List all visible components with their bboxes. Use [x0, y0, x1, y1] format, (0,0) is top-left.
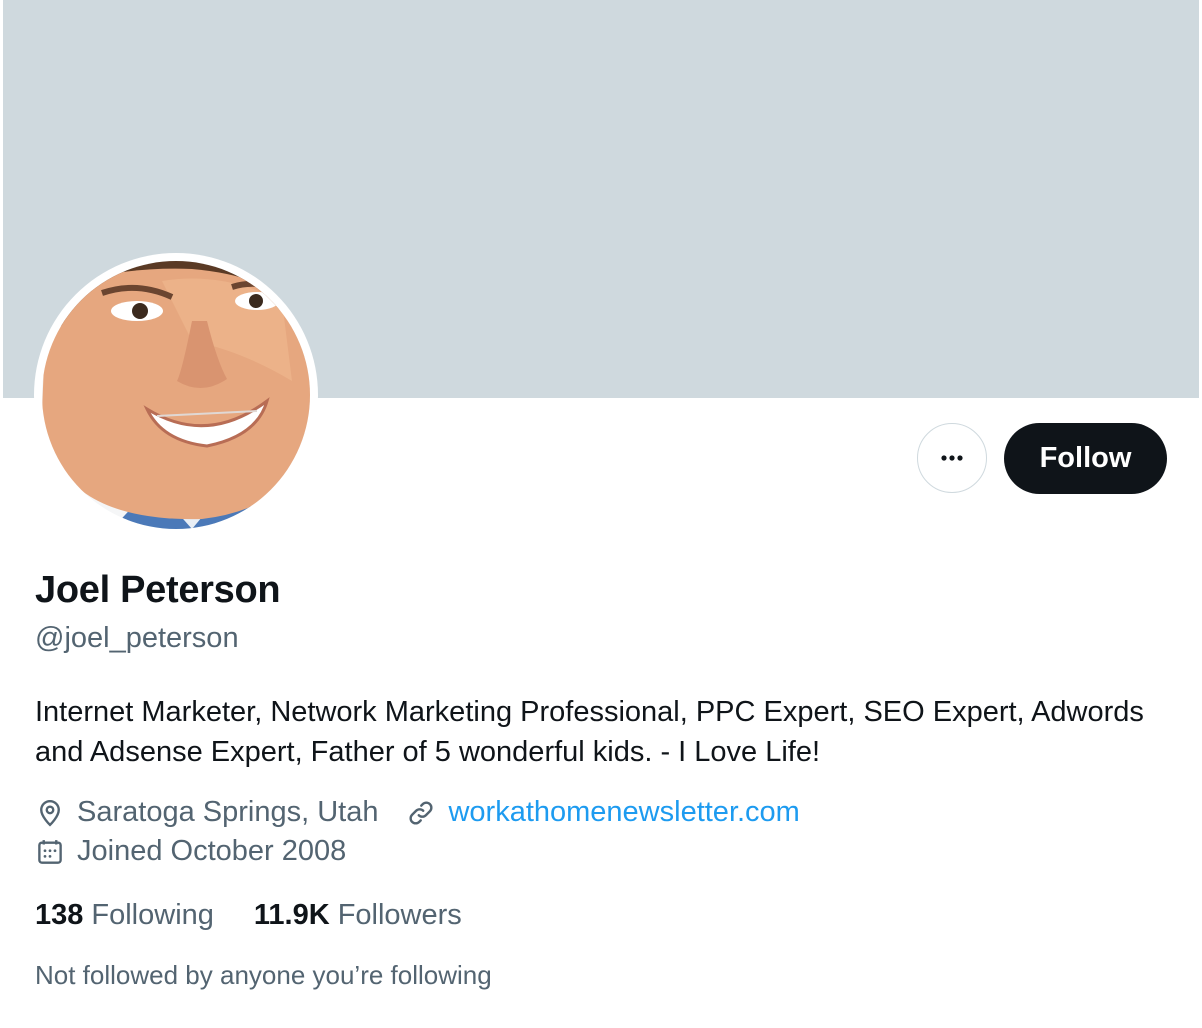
profile-meta-row-joined: Joined October 2008: [35, 835, 346, 868]
followers-count: 11.9K: [253, 899, 330, 931]
website-item[interactable]: workathomenewsletter.com: [406, 796, 800, 829]
follow-stats: 138 Following 11.9K Followers: [35, 899, 462, 932]
avatar-photo: [42, 261, 310, 529]
follow-button-label: Follow: [1039, 442, 1132, 474]
avatar[interactable]: [42, 261, 310, 529]
more-options-button[interactable]: [917, 423, 987, 493]
profile-bio: Internet Marketer, Network Marketing Pro…: [35, 696, 1144, 768]
link-icon: [409, 800, 433, 825]
location-pin-icon: [40, 799, 60, 827]
location-text: Saratoga Springs, Utah: [77, 796, 379, 828]
location-item: Saratoga Springs, Utah: [35, 796, 378, 829]
joined-item: Joined October 2008: [35, 835, 346, 868]
calendar-icon: [38, 839, 62, 864]
following-link[interactable]: 138 Following: [35, 899, 214, 932]
followers-link[interactable]: 11.9K Followers: [254, 899, 462, 932]
profile-meta-row: Saratoga Springs, Utah workathomenewslet…: [35, 796, 800, 829]
profile-handle: @joel_peterson: [35, 622, 239, 654]
mutual-followers-note: Not followed by anyone you’re following: [35, 960, 492, 990]
website-link[interactable]: workathomenewsletter.com: [448, 796, 799, 829]
following-count: 138: [35, 899, 84, 931]
display-name: Joel Peterson: [35, 569, 281, 611]
joined-text: Joined October 2008: [77, 835, 347, 867]
follow-button[interactable]: Follow: [1004, 423, 1167, 494]
following-label: Following: [91, 899, 214, 931]
followers-label: Followers: [337, 899, 462, 931]
more-horizontal-icon: [941, 455, 963, 461]
